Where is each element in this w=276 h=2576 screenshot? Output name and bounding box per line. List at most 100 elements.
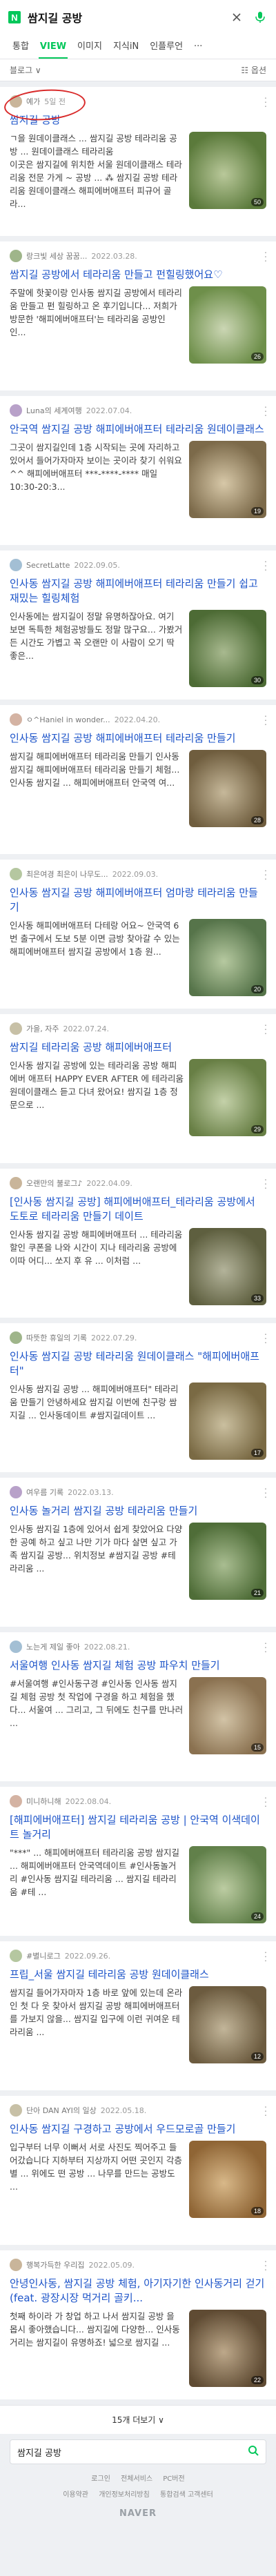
post-thumbnail[interactable]: 30 [189,610,266,687]
author-avatar[interactable] [10,2104,22,2117]
post-card[interactable]: SecretLatte 2022.09.05. · · · 인사동 쌈지길 공방 해… [0,551,276,700]
post-title[interactable]: 안국역 쌈지길 공방 해피에버애프터 테라리움 원데이클래스 [10,422,266,437]
more-options-icon[interactable]: · · · [262,865,269,883]
post-title[interactable]: 인사동 쌈지길 공방 해피에버애프터 테라리움 만들기 [10,731,266,746]
tab-view[interactable]: VIEW [34,41,72,59]
post-title[interactable]: 서울여행 인사동 쌈지길 체험 공방 파우치 만들기 [10,1658,266,1673]
post-title[interactable]: 프립_서울 쌈지길 테라리움 공방 원데이클래스 [10,1968,266,1982]
tab-more[interactable]: ··· [188,41,208,59]
more-options-icon[interactable]: · · · [262,402,269,419]
more-options-icon[interactable]: · · · [262,1792,269,1810]
more-options-icon[interactable]: · · · [262,92,269,110]
blog-filter-dropdown[interactable]: 블로그 ∨ [10,64,41,76]
more-options-icon[interactable]: · · · [262,711,269,729]
post-thumbnail[interactable]: 50 [189,132,266,209]
author-name[interactable]: 미니하니해 [26,1796,61,1807]
post-title[interactable]: 인사동 쌈지길 공방 해피에버애프터 테라리움 만들기 쉽고재밌는 힐링체험 [10,577,266,606]
author-name[interactable]: 단아 DAN AYI의 일상 [26,2105,97,2116]
author-avatar[interactable] [10,404,22,417]
post-snippet[interactable]: 인사동 쌈지길 1층에 있어서 쉽게 찾았어요 다양한 공예 하고 싶고 나만 … [10,1523,189,1600]
author-name[interactable]: #별니로그 [26,1950,61,1961]
author-avatar[interactable] [10,1486,22,1498]
author-avatar[interactable] [10,868,22,880]
post-card[interactable]: 여우름 기록 2022.03.13. · · · 인사동 놀거리 쌈지길 공방 테라… [0,1478,276,1627]
post-snippet[interactable]: 인사동 쌈지길 공방에 있는 테라리움 공방 해피 에버 애프터 HAPPY E… [10,1059,189,1136]
author-avatar[interactable] [10,2259,22,2271]
more-options-icon[interactable]: · · · [262,1483,269,1501]
post-card[interactable]: #별니로그 2022.09.26. · · · 프립_서울 쌈지길 테라리움 공방 … [0,1941,276,2090]
post-card[interactable]: 따뜻한 휴일의 기록 2022.07.29. · · · 인사동 쌈지길 공방 테라… [0,1323,276,1472]
tab-influencer[interactable]: 인플루언 [144,39,188,59]
author-name[interactable]: ㅇ^Haniel in wonder... [26,714,110,725]
post-snippet[interactable]: 그곳이 쌈지길인데 1층 시작되는 곳에 자리하고 있어서 들어가자마자 보이는… [10,441,189,518]
author-avatar[interactable] [10,1950,22,1962]
post-thumbnail[interactable]: 33 [189,1228,266,1305]
post-card[interactable]: 가을, 자주 2022.07.24. · · · 쌈지길 테라리움 공방 해피에버애… [0,1014,276,1163]
options-button[interactable]: ☷ 옵션 [241,64,266,76]
author-name[interactable]: 따뜻한 휴일의 기록 [26,1332,87,1343]
more-options-icon[interactable]: · · · [262,2256,269,2274]
post-snippet[interactable]: 주말에 핫꽃이랑 인사동 쌈지길 공방에서 테라리움 만들고 펀 힐링하고 온 … [10,286,189,364]
post-card[interactable]: 미니하니해 2022.08.04. · · · [해피에버애프터] 쌈지길 테라리움… [0,1787,276,1936]
footer-privacy-link[interactable]: 개인정보처리방침 [99,2491,150,2499]
post-card[interactable]: ㅇ^Haniel in wonder... 2022.04.20. · · · 인사… [0,705,276,854]
post-title[interactable]: 인사동 쌈지길 구경하고 공방에서 우드모로골 만들기 [10,2122,266,2137]
post-thumbnail[interactable]: 24 [189,1846,266,1923]
post-card[interactable]: 노는게 제일 좋아 2022.08.21. · · · 서울여행 인사동 쌈지길 체… [0,1632,276,1781]
post-card[interactable]: 랑크빛 세상 꿈꿈... 2022.03.28. · · · 쌈지길 공방에서 테라… [0,241,276,390]
search-query[interactable]: 쌈지길 공방 [28,9,221,26]
post-snippet[interactable]: ㄱ을 원데이클래스 ... 쌈지길 공방 테라리움 공방 ... 원데이클래스 … [10,132,189,210]
mic-icon[interactable] [253,10,268,25]
author-name[interactable]: 여우름 기록 [26,1487,63,1498]
post-card[interactable]: 단아 DAN AYI의 일상 2022.05.18. · · · 인사동 쌈지길 구… [0,2096,276,2245]
post-card[interactable]: 최은여경 최은이 나무도... 2022.09.03. · · · 인사동 쌈지길 … [0,860,276,1009]
author-avatar[interactable] [10,713,22,726]
post-title[interactable]: 쌈지길 테라리움 공방 해피에버애프터 [10,1040,266,1055]
post-snippet[interactable]: 쌈지길 해피에버애프터 테라리움 만들기 인사동 쌈지길 해피에버애프터 테라리… [10,750,189,827]
author-name[interactable]: SecretLatte [26,561,70,570]
author-name[interactable]: 행복가득한 우리집 [26,2259,84,2270]
post-snippet[interactable]: #서울여행 #인사동구경 #인사동 인사동 쌈지길 체험 공방 첫 작업에 구경… [10,1677,189,1754]
author-name[interactable]: Luna의 세계여행 [26,405,82,416]
author-name[interactable]: 가을, 자주 [26,1023,59,1034]
post-thumbnail[interactable]: 17 [189,1383,266,1460]
more-options-icon[interactable]: · · · [262,1638,269,1656]
tab-kin[interactable]: 지식iN [108,39,144,59]
more-results-button[interactable]: 15개 더보기 ∨ [0,2405,276,2434]
post-thumbnail[interactable]: 19 [189,441,266,518]
post-title[interactable]: 안녕인사동, 쌈지길 공방 체험, 아기자기한 인사동거리 걷기(feat. 광… [10,2277,266,2306]
search-icon[interactable] [248,2445,259,2459]
post-snippet[interactable]: 인사동에는 쌈지길이 정말 유명하잖아요. 여기 보면 독특한 체험공방들도 정… [10,610,189,687]
post-title[interactable]: [해피에버애프터] 쌈지길 테라리움 공방 | 안국역 이색데이트 놀거리 [10,1813,266,1842]
post-snippet[interactable]: 인사동 쌈지길 공방 해피에버애프터 ... 테라리움 할인 쿠폰을 나와 시간… [10,1228,189,1305]
footer-terms-link[interactable]: 이용약관 [63,2491,88,2499]
author-avatar[interactable] [10,250,22,262]
author-name[interactable]: 랑크빛 세상 꿈꿈... [26,250,87,261]
author-name[interactable]: 오랜만의 불로그♪ [26,1178,82,1189]
post-title[interactable]: [인사동 쌈지길 공방] 해피에버애프터_테라리움 공방에서 도토로 테라리움 … [10,1195,266,1224]
tab-all[interactable]: 통합 [7,39,34,59]
more-options-icon[interactable]: · · · [262,1020,269,1038]
author-avatar[interactable] [10,1022,22,1035]
post-snippet[interactable]: 인사동 해피에버애프터 다테랑 어요~ 안국역 6번 출구에서 도보 5분 이면… [10,919,189,996]
more-options-icon[interactable]: · · · [262,556,269,574]
bottom-search-box[interactable]: 쌈지길 공방 [10,2439,266,2464]
post-thumbnail[interactable]: 20 [189,919,266,996]
more-options-icon[interactable]: · · · [262,1947,269,1965]
post-snippet[interactable]: 첫째 하이라 가 창업 하고 나서 쌈지길 공방 을 몹시 좋아했습니다... … [10,2310,189,2387]
author-avatar[interactable] [10,1177,22,1189]
post-title[interactable]: 쌈지길 공방 [10,113,266,128]
more-options-icon[interactable]: · · · [262,1174,269,1192]
post-snippet[interactable]: 입구부터 너무 이뻐서 서로 사진도 찍어주고 들어갔습니다 지하부터 지상까지… [10,2141,189,2218]
post-card[interactable]: 예가 5일 전 · · · 쌈지길 공방 ㄱ을 원데이클래스 ... 쌈지길 공방 … [0,86,276,236]
post-title[interactable]: 인사동 쌈지길 공방 해피에버애프터 엄마랑 테라리움 만들기 [10,886,266,915]
footer-help-link[interactable]: 통합검색 고객센터 [160,2491,213,2499]
post-snippet[interactable]: 인사동 쌈지길 공방 ... 해피에버애프터" 테라리움 만들기 안녕하세요 쌈… [10,1383,189,1460]
post-thumbnail[interactable]: 18 [189,2141,266,2218]
author-avatar[interactable] [10,1795,22,1807]
author-avatar[interactable] [10,1641,22,1653]
post-card[interactable]: 오랜만의 불로그♪ 2022.04.09. · · · [인사동 쌈지길 공방] 해… [0,1169,276,1318]
post-thumbnail[interactable]: 29 [189,1059,266,1136]
post-thumbnail[interactable]: 28 [189,750,266,827]
naver-logo[interactable]: N [8,11,21,23]
